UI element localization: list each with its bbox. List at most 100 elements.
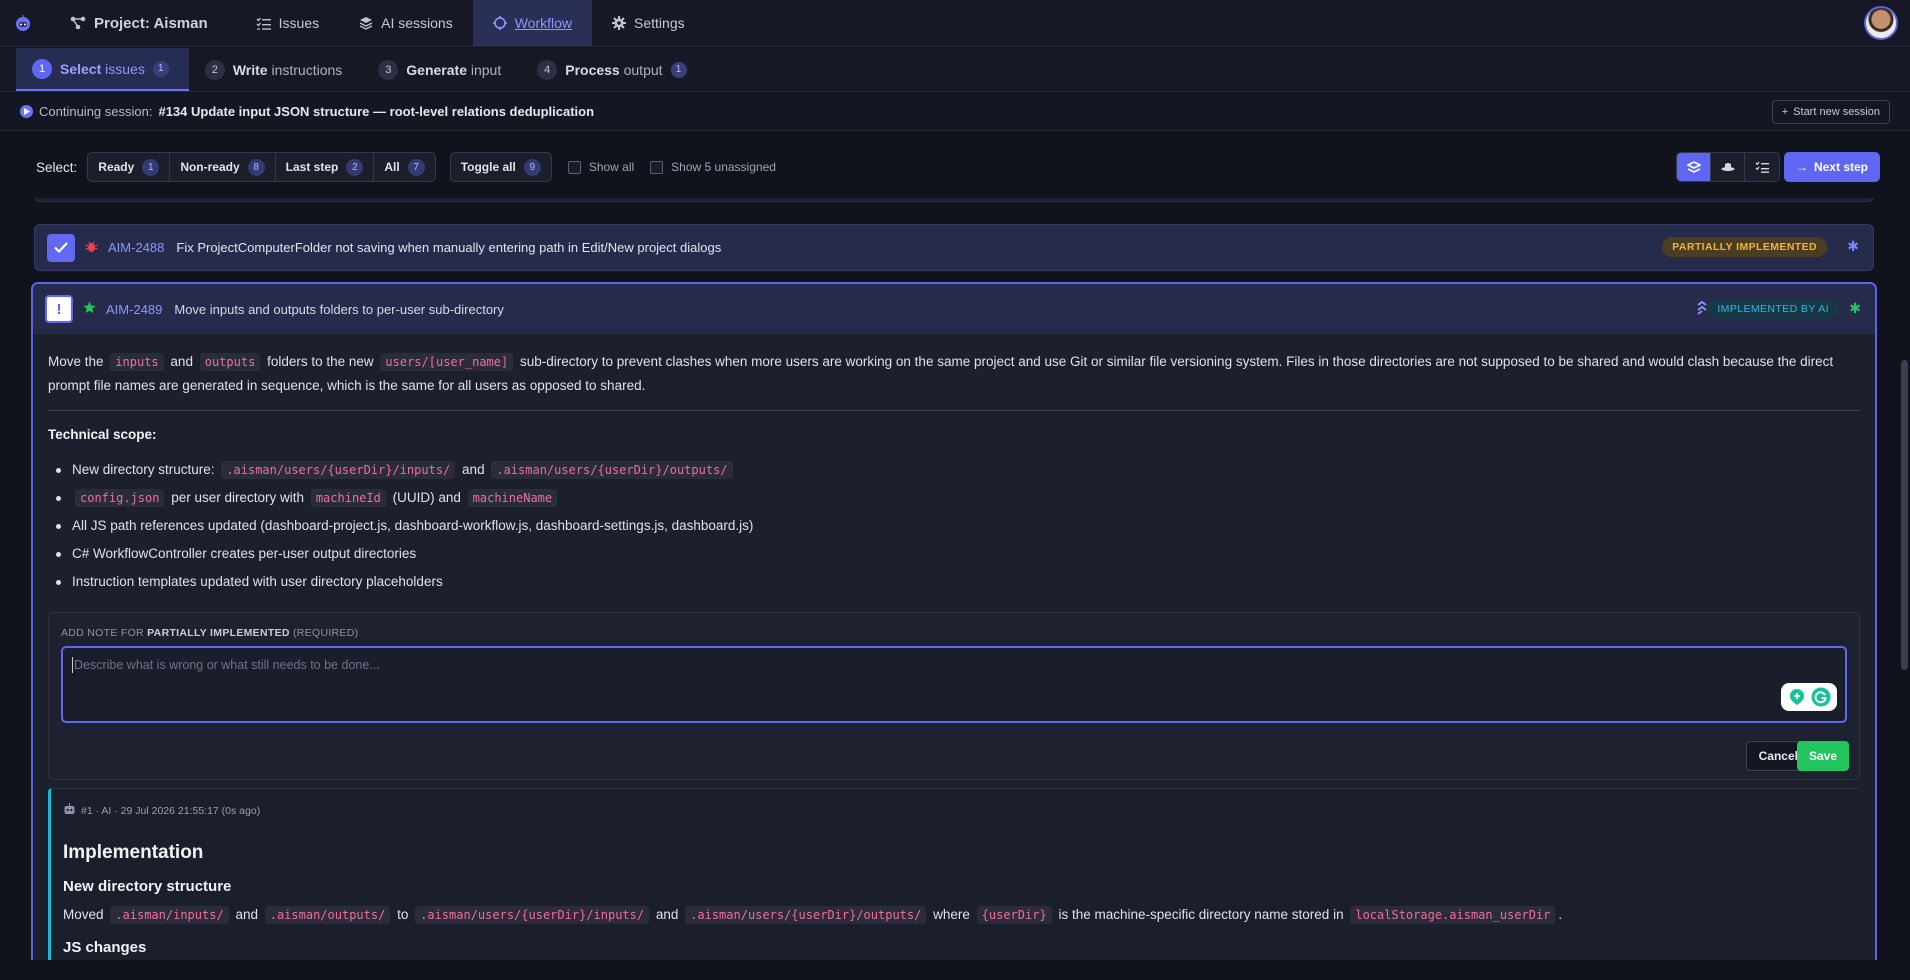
select-ready-button[interactable]: Ready 1	[88, 153, 171, 181]
select-toolbar: Select: Ready 1 Non-ready 8 Last step 2 All…	[0, 132, 1910, 202]
step-label: Write instructions	[232, 61, 343, 78]
list-item: New directory structure: .aisman/users/{…	[48, 456, 1860, 484]
asterisk-icon: ✱	[1847, 238, 1859, 254]
issue-description: Move the inputs and outputs folders to t…	[33, 334, 1875, 596]
issue-list: AIM-2488 Fix ProjectComputerFolder not s…	[0, 198, 1900, 960]
issue-row[interactable]: AIM-2488 Fix ProjectComputerFolder not s…	[34, 224, 1874, 271]
comment-meta-text: #1 · AI · 29 Jul 2026 21:55:17 (0s ago)	[81, 804, 261, 817]
start-new-session-button[interactable]: + Start new session	[1771, 100, 1890, 124]
comment-paragraph: Moved .aisman/inputs/ and .aisman/output…	[63, 906, 1563, 924]
layers-icon	[359, 17, 373, 30]
nav-settings[interactable]: Settings	[592, 0, 705, 46]
star-icon	[83, 301, 96, 317]
step-number: 3	[378, 59, 399, 80]
step-label: Generate input	[406, 61, 502, 78]
next-step-label: Next step	[1813, 160, 1868, 174]
technical-scope-list: New directory structure: .aisman/users/{…	[48, 456, 1860, 596]
note-placeholder: Describe what is wrong or what still nee…	[74, 658, 380, 672]
session-prefix: Continuing session:	[39, 104, 153, 119]
previous-issue-row[interactable]	[34, 198, 1874, 202]
grammarly-g-icon	[1811, 687, 1830, 707]
bug-icon	[85, 240, 98, 256]
note-textarea[interactable]: Describe what is wrong or what still nee…	[61, 646, 1847, 723]
issue-key[interactable]: AIM-2488	[108, 240, 164, 255]
nav-ai-sessions-label: AI sessions	[381, 15, 453, 31]
select-label: Select:	[36, 159, 78, 175]
note-label: ADD NOTE FOR PARTIALLY IMPLEMENTED (REQU…	[61, 627, 359, 639]
divider	[48, 410, 1860, 411]
description-text: Move the inputs and outputs folders to t…	[48, 353, 1834, 393]
step-count-badge: 1	[670, 61, 687, 78]
comment-subheading: JS changes	[63, 939, 147, 956]
app-logo-icon[interactable]	[0, 0, 45, 46]
start-new-session-label: Start new session	[1793, 106, 1880, 118]
save-button[interactable]: Save	[1796, 741, 1849, 771]
nav-workflow[interactable]: Workflow	[472, 0, 593, 46]
nav-settings-label: Settings	[634, 15, 685, 31]
select-all-button[interactable]: All 7	[374, 153, 434, 181]
step-count-badge: 1	[152, 60, 169, 77]
session-bar: Continuing session: #134 Update input JS…	[0, 93, 1910, 131]
nav-issues-label: Issues	[278, 15, 320, 31]
toggle-all-button[interactable]: Toggle all 9	[451, 153, 551, 181]
step-number: 2	[204, 59, 225, 80]
session-title: #134 Update input JSON structure — root-…	[158, 104, 595, 119]
step-number: 4	[537, 59, 558, 80]
view-mode-group	[1676, 152, 1780, 182]
workflow-steps: 1 Select issues 1 2 Write instructions 3…	[0, 48, 1910, 92]
step-process-output[interactable]: 4 Process output 1	[521, 48, 706, 91]
status-badge[interactable]: IMPLEMENTED BY AI	[1707, 299, 1839, 319]
comment-subheading: New directory structure	[63, 878, 232, 895]
comment-meta: #1 · AI · 29 Jul 2026 21:55:17 (0s ago)	[63, 803, 1848, 818]
select-laststep-button[interactable]: Last step 2	[276, 153, 375, 181]
robot-icon	[63, 803, 76, 818]
step-generate-input[interactable]: 3 Generate input	[362, 48, 521, 91]
user-avatar[interactable]	[1864, 6, 1898, 40]
show-all-checkbox[interactable]: Show all	[567, 160, 634, 174]
page-scrollbar[interactable]	[1901, 360, 1908, 670]
grammarly-add-icon	[1789, 689, 1804, 705]
issue-key[interactable]: AIM-2489	[106, 302, 162, 317]
nav-issues[interactable]: Issues	[236, 0, 339, 46]
step-select-issues[interactable]: 1 Select issues 1	[16, 48, 189, 91]
view-hat-icon[interactable]	[1711, 153, 1745, 181]
plus-icon: +	[1781, 106, 1789, 118]
step-label: Select issues	[60, 60, 145, 77]
nav-workflow-label: Workflow	[514, 15, 573, 31]
list-item: config.json per user directory with mach…	[48, 484, 1860, 512]
step-write-instructions[interactable]: 2 Write instructions	[189, 48, 362, 91]
list-item: Instruction templates updated with user …	[48, 568, 1860, 596]
issue-checkbox-checked[interactable]	[47, 233, 75, 262]
step-label: Process output	[565, 61, 663, 78]
workflow-icon	[492, 16, 507, 30]
nav-ai-sessions[interactable]: AI sessions	[339, 0, 473, 46]
show-unassigned-checkbox[interactable]: Show 5 unassigned	[650, 160, 776, 174]
status-badge[interactable]: PARTIALLY IMPLEMENTED	[1662, 237, 1827, 257]
next-step-button[interactable]: → Next step	[1783, 152, 1880, 182]
ai-comment: #1 · AI · 29 Jul 2026 21:55:17 (0s ago) …	[48, 788, 1860, 960]
view-checklist-icon[interactable]	[1745, 153, 1779, 181]
asterisk-icon: ✱	[1849, 300, 1861, 316]
text-caret	[72, 657, 73, 673]
play-icon	[20, 105, 33, 118]
top-nav: Project: Aisman Issues AI sessions Workf…	[0, 0, 1910, 47]
comment-heading: Implementation	[63, 842, 204, 863]
select-nonready-button[interactable]: Non-ready 8	[170, 153, 276, 181]
issue-title: Fix ProjectComputerFolder not saving whe…	[176, 240, 722, 255]
list-check-icon	[256, 17, 271, 30]
nav-project[interactable]: Project: Aisman	[45, 0, 236, 46]
bottom-strip	[0, 962, 1910, 980]
arrow-right-icon: →	[1795, 160, 1808, 174]
view-assigned-icon[interactable]	[1677, 153, 1711, 181]
select-filter-group: Ready 1 Non-ready 8 Last step 2 All 7	[87, 152, 436, 182]
list-item: All JS path references updated (dashboar…	[48, 512, 1860, 540]
technical-scope-heading: Technical scope:	[48, 427, 157, 442]
issue-checkbox-warning[interactable]: !	[45, 295, 73, 323]
list-item: C# WorkflowController creates per-user o…	[48, 540, 1860, 568]
grammarly-widget[interactable]	[1781, 683, 1837, 711]
issue-detail-expanded: ! AIM-2489 Move inputs and outputs folde…	[31, 282, 1877, 960]
nav-project-label: Project: Aisman	[94, 14, 208, 32]
issue-row[interactable]: ! AIM-2489 Move inputs and outputs folde…	[33, 284, 1875, 334]
gear-icon	[612, 16, 627, 30]
issue-title: Move inputs and outputs folders to per-u…	[174, 301, 504, 317]
